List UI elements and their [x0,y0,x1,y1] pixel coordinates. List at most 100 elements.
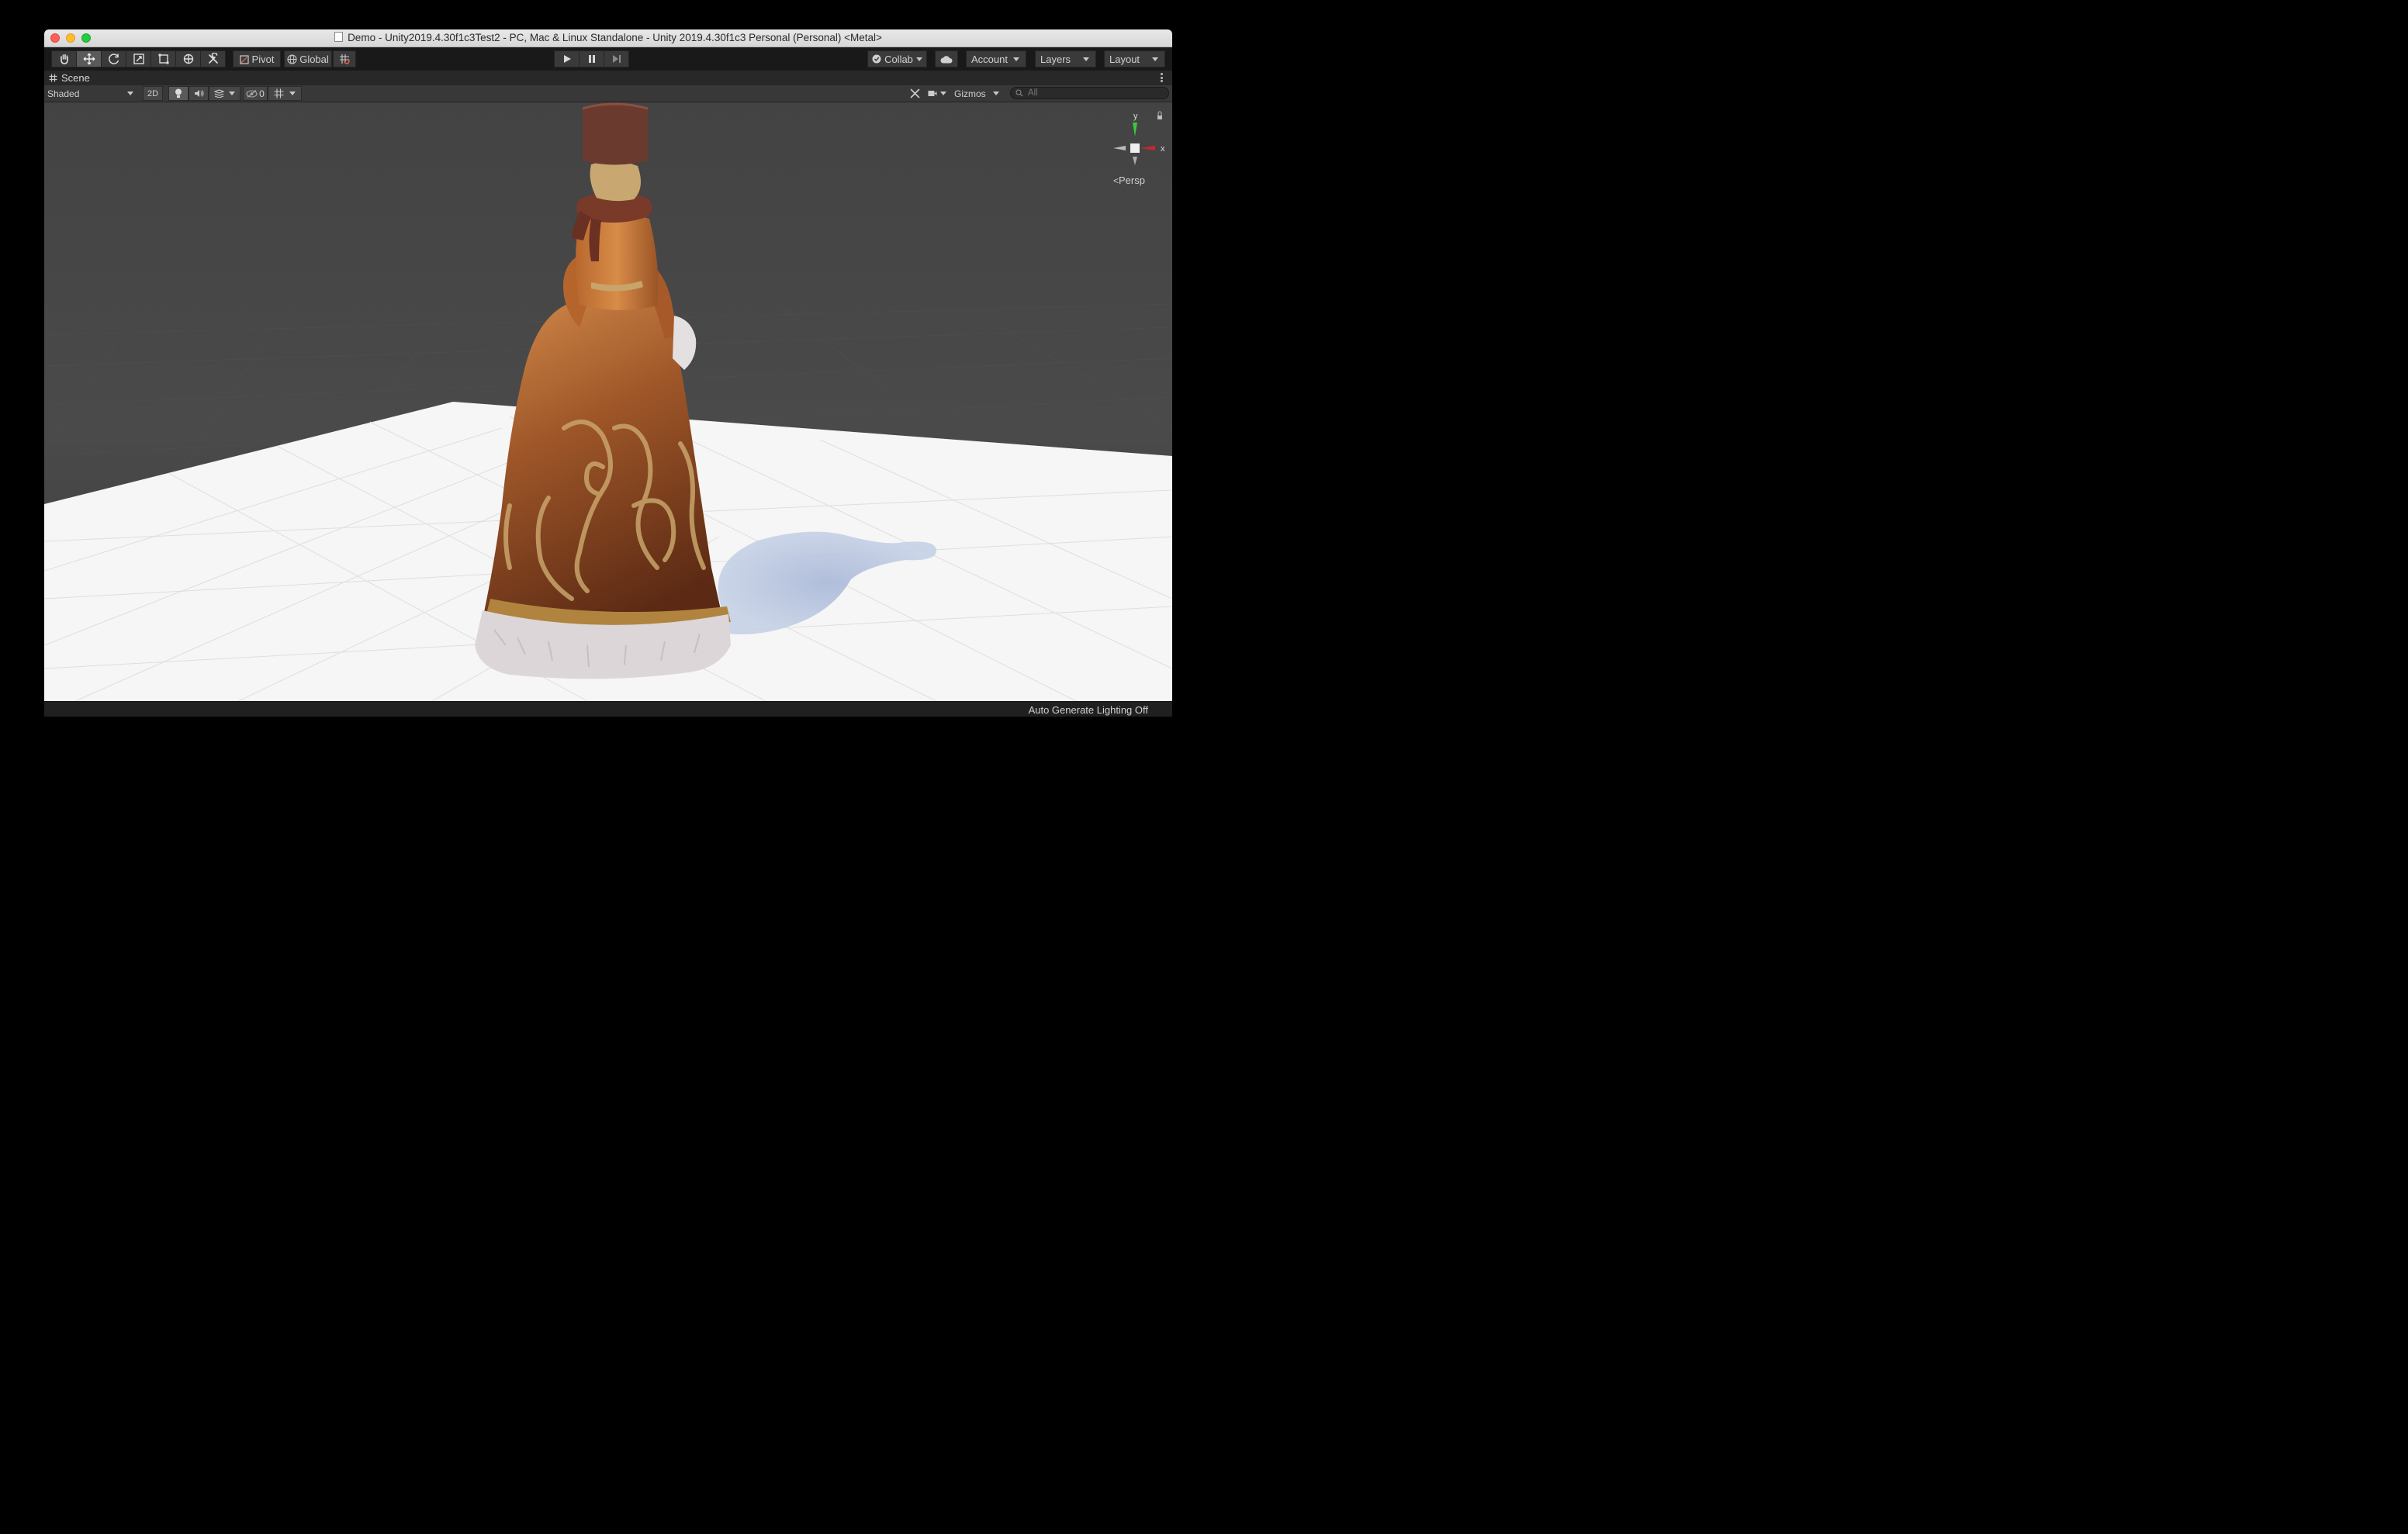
gizmos-label: Gizmos [954,88,986,99]
title-bar: Demo - Unity2019.4.30f1c3Test2 - PC, Mac… [44,29,1172,47]
scene-view-toolbar: Shaded 2D 0 Gizmos All [44,85,1172,102]
scene-viewport[interactable]: y x <Persp [44,102,1172,701]
layers-dropdown[interactable]: Layers [1035,50,1096,67]
play-button[interactable] [554,50,580,67]
chevron-down-icon [993,92,999,95]
window-title-container: Demo - Unity2019.4.30f1c3Test2 - PC, Mac… [44,32,1172,43]
rotate-tool-button[interactable] [101,50,126,67]
fur-hat [583,104,648,165]
scene-tab-label: Scene [61,72,90,84]
chevron-down-icon [915,57,922,61]
search-placeholder: All [1028,88,1038,98]
status-bar: Auto Generate Lighting Off [44,701,1172,717]
projection-toggle[interactable]: <Persp [1113,174,1145,186]
checkmark-circle-icon [872,54,881,64]
move-tool-button[interactable] [76,50,102,67]
shading-mode-label: Shaded [47,88,80,99]
grid-snap-icon [340,54,350,64]
pause-button[interactable] [579,50,604,67]
global-toggle-button[interactable]: Global [284,50,332,67]
chevron-down-icon [1152,57,1158,61]
move-arrows-icon [83,53,95,65]
custom-tool-button[interactable] [200,50,226,67]
lighting-toggle-button[interactable] [168,86,189,101]
scene-render [44,102,1172,701]
eye-crossed-icon [246,89,258,98]
rect-transform-icon [158,54,168,64]
chevron-down-icon [229,92,235,95]
chevron-down-icon [1083,57,1089,61]
account-dropdown[interactable]: Account [966,50,1026,67]
rotate-icon [108,54,119,64]
layout-label: Layout [1109,53,1140,65]
y-axis-cone [1133,123,1137,136]
chevron-down-icon [940,92,946,95]
camera-settings-dropdown[interactable] [925,86,949,101]
global-label: Global [299,53,329,65]
shading-mode-dropdown[interactable]: Shaded [44,86,138,101]
scale-tool-button[interactable] [126,50,151,67]
speaker-icon [194,90,203,97]
main-toolbar: Pivot Global Collab Account Layers Layou… [44,47,1172,71]
grid-options-dropdown[interactable] [268,86,302,101]
combined-transform-icon [183,54,193,64]
collab-dropdown[interactable]: Collab [867,50,927,67]
hand-tool-button[interactable] [51,50,77,67]
collab-label: Collab [884,53,913,65]
cloud-icon [940,55,953,63]
neg-x-cone [1113,146,1126,150]
crossed-tools-icon [910,88,919,98]
step-button[interactable] [604,50,629,67]
chevron-down-icon [1013,57,1019,61]
more-options-icon[interactable] [1161,73,1163,84]
step-icon [612,55,621,63]
pivot-toggle-button[interactable]: Pivot [233,50,281,67]
unity-editor-window: Demo - Unity2019.4.30f1c3Test2 - PC, Mac… [44,29,1172,717]
pivot-icon [239,54,249,64]
hair [590,161,641,202]
camera-icon [928,91,937,96]
tools-toggle-button[interactable] [905,86,924,101]
window-title: Demo - Unity2019.4.30f1c3Test2 - PC, Mac… [348,32,882,43]
transform-tool-button[interactable] [175,50,201,67]
tab-scene[interactable]: Scene [49,72,90,84]
scale-icon [133,54,144,64]
dress-bodice [576,212,659,311]
chevron-left-icon: < [1113,175,1119,186]
x-axis-label: x [1161,144,1165,154]
wrench-icon [208,53,218,64]
chevron-down-icon [289,92,296,95]
2d-label: 2D [147,88,159,98]
light-bulb-icon [175,88,182,98]
grid-icon [274,88,284,98]
gizmo-center-cube [1130,143,1140,153]
scene-search-field[interactable]: All [1010,87,1169,99]
hash-grid-icon [49,74,57,82]
gizmos-dropdown[interactable]: Gizmos [950,86,1003,101]
x-axis-cone [1140,146,1155,150]
scene-tab-bar: Scene [44,71,1172,85]
document-icon [334,32,344,42]
hidden-objects-toggle[interactable]: 0 [243,86,268,101]
chevron-down-icon [127,92,133,95]
pivot-label: Pivot [251,53,275,65]
search-icon [1015,89,1023,97]
rect-tool-button[interactable] [150,50,176,67]
cloud-button[interactable] [935,50,958,67]
layers-label: Layers [1040,53,1071,65]
layout-dropdown[interactable]: Layout [1104,50,1165,67]
grid-snap-button[interactable] [333,50,356,67]
hand-icon [60,54,68,64]
globe-icon [287,54,297,64]
hidden-objects-count: 0 [259,88,265,99]
lighting-status[interactable]: Auto Generate Lighting Off [1029,704,1148,716]
audio-toggle-button[interactable] [189,86,209,101]
account-label: Account [971,53,1008,65]
neg-y-cone [1133,157,1137,165]
play-icon [563,55,571,63]
pause-icon [588,55,595,63]
y-axis-label: y [1133,112,1138,121]
effects-layers-icon [214,89,224,98]
2d-toggle-button[interactable]: 2D [143,86,163,101]
effects-dropdown[interactable] [209,86,240,101]
